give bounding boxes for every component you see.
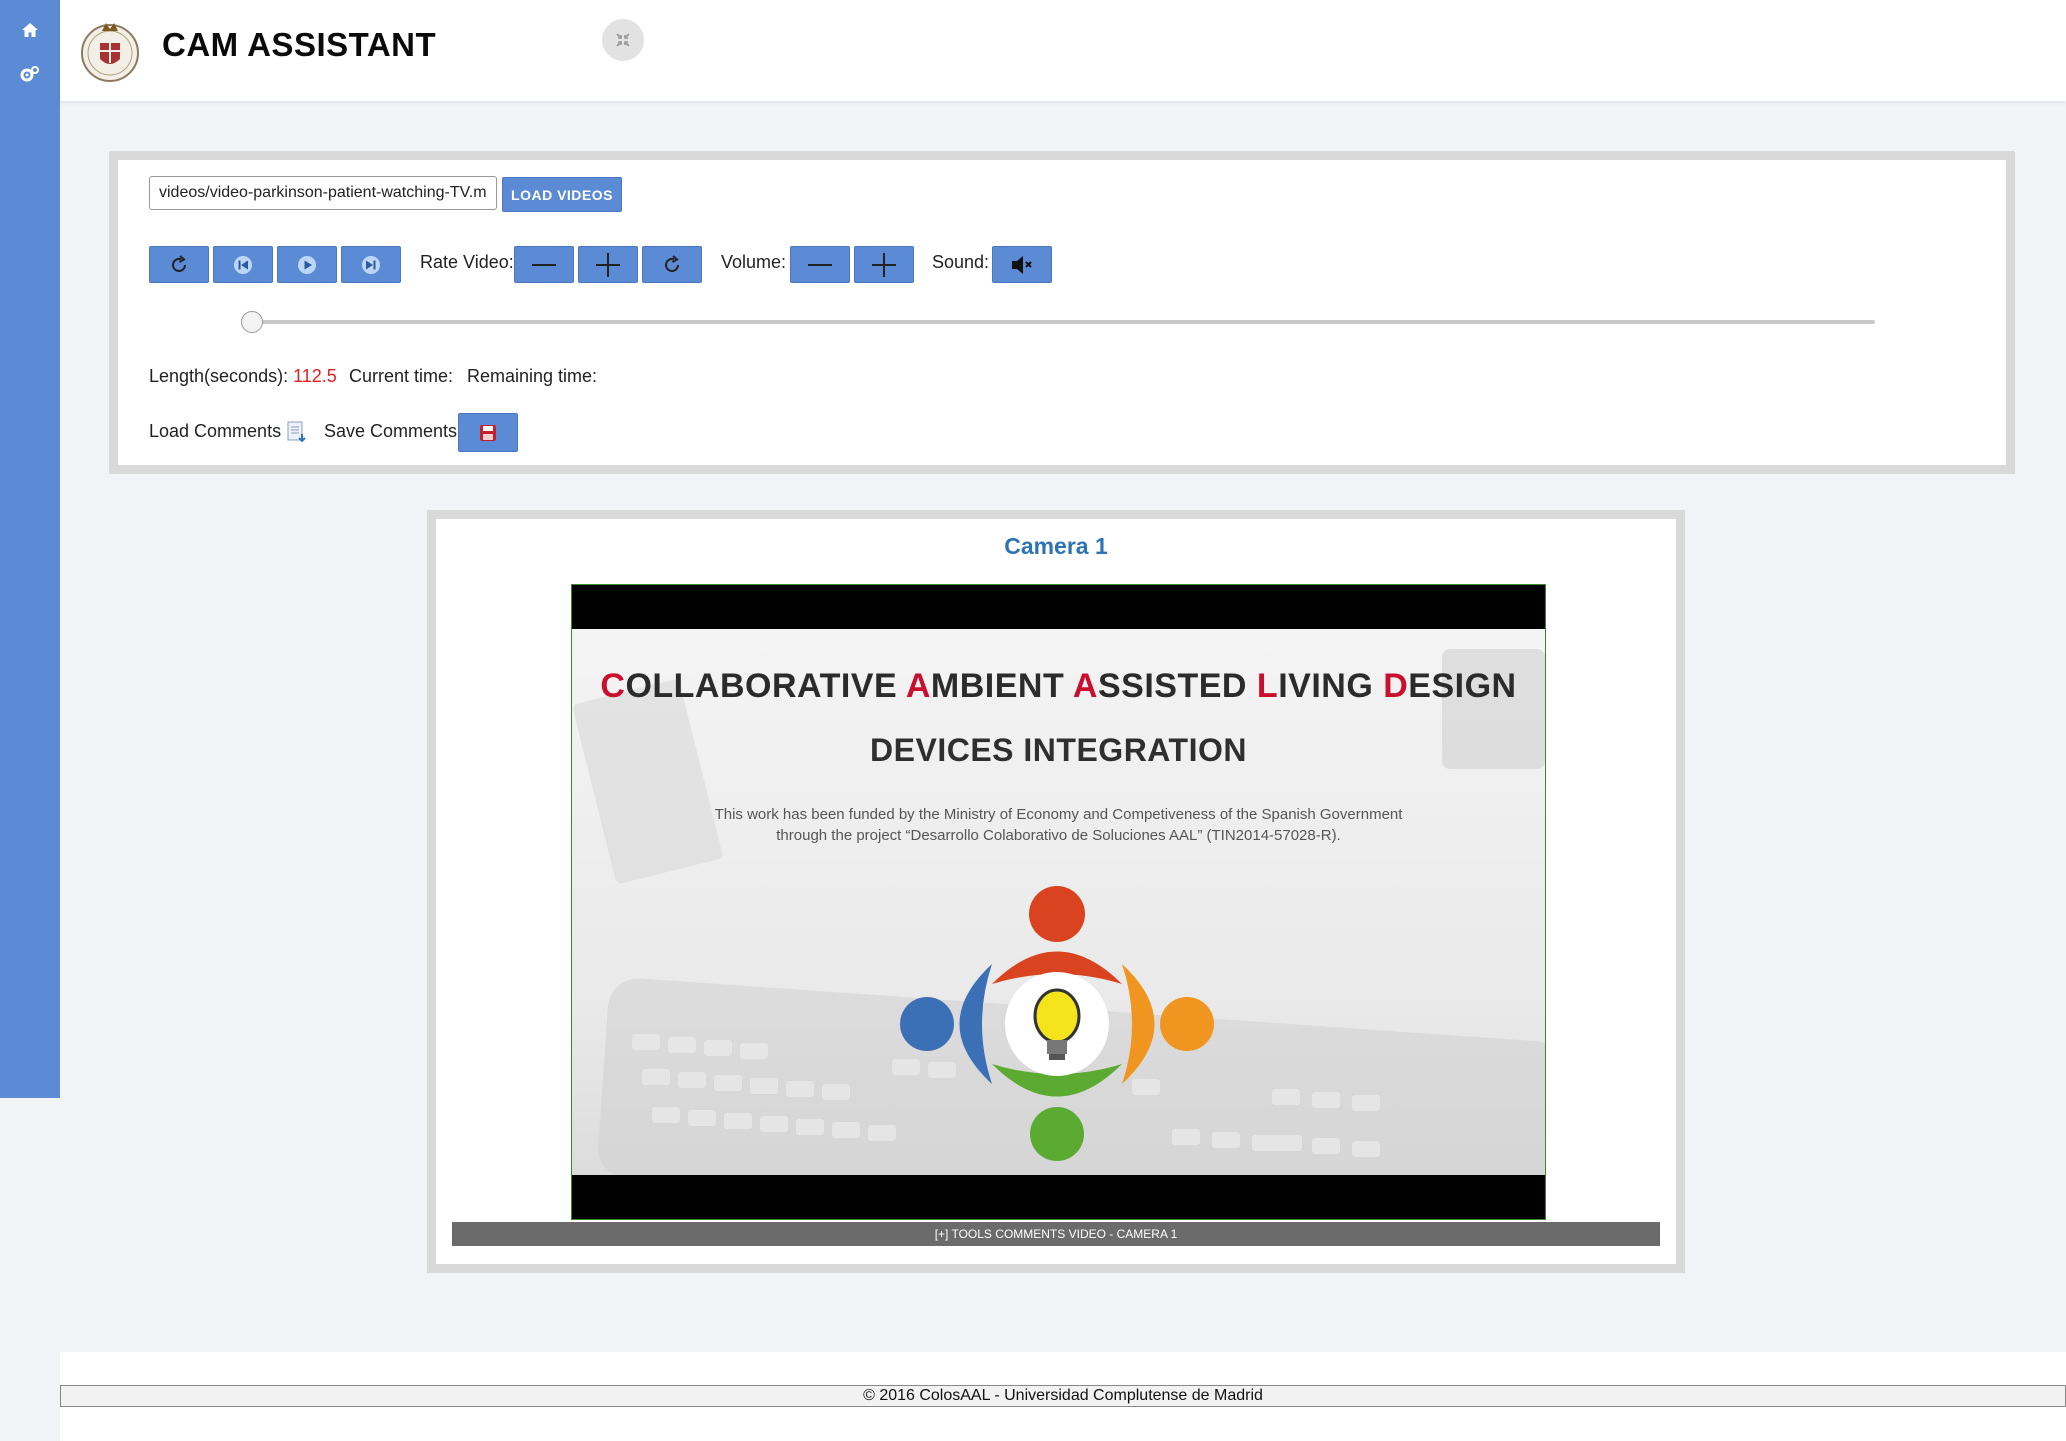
gears-icon[interactable] bbox=[13, 57, 47, 91]
load-comments-file-icon[interactable] bbox=[286, 421, 308, 443]
current-time-label: Current time: bbox=[349, 366, 454, 386]
app-title: CAM ASSISTANT bbox=[162, 26, 437, 63]
volume-label: Volume: bbox=[721, 252, 787, 272]
seek-track[interactable] bbox=[250, 320, 1875, 324]
play-button[interactable] bbox=[277, 246, 337, 283]
volume-increase-button[interactable] bbox=[854, 246, 914, 283]
rate-decrease-button[interactable] bbox=[514, 246, 574, 283]
save-disk-icon bbox=[480, 424, 496, 441]
load-comments-label: Load Comments bbox=[149, 421, 282, 441]
rate-reset-button[interactable] bbox=[642, 246, 702, 283]
video-funding-line1: This work has been funded by the Ministr… bbox=[714, 806, 1403, 823]
rate-video-label: Rate Video: bbox=[420, 252, 514, 272]
play-icon bbox=[298, 255, 316, 274]
video-title-line1: COLLABORATIVE AMBIENT ASSISTED LIVING DE… bbox=[600, 667, 1517, 705]
plus-icon bbox=[872, 252, 896, 277]
sidebar bbox=[0, 0, 60, 1098]
minus-icon bbox=[808, 263, 832, 266]
video-title-line2: DEVICES INTEGRATION bbox=[870, 732, 1247, 768]
save-comments-button[interactable] bbox=[458, 413, 518, 452]
refresh-icon bbox=[172, 254, 186, 272]
minus-icon bbox=[532, 263, 556, 266]
sound-label: Sound: bbox=[932, 252, 990, 272]
home-icon[interactable] bbox=[13, 13, 47, 47]
seek-thumb[interactable] bbox=[241, 311, 263, 333]
load-videos-button[interactable]: LOAD VIDEOS bbox=[502, 177, 622, 212]
video-path-input[interactable] bbox=[149, 176, 497, 210]
save-comments-label: Save Comments bbox=[324, 421, 458, 441]
length-label-text: Length(seconds): bbox=[149, 366, 289, 386]
next-button[interactable] bbox=[341, 246, 401, 283]
video-funding-line2: through the project “Desarrollo Colabora… bbox=[776, 827, 1341, 844]
tools-comments-toggle[interactable]: [+] TOOLS COMMENTS VIDEO - CAMERA 1 bbox=[452, 1222, 1660, 1246]
video-player[interactable]: COLLABORATIVE AMBIENT ASSISTED LIVING DE… bbox=[571, 584, 1546, 1220]
skip-forward-icon bbox=[362, 255, 380, 274]
volume-mute-icon bbox=[1012, 255, 1032, 274]
compress-icon[interactable] bbox=[602, 19, 644, 61]
remaining-time-label: Remaining time: bbox=[467, 366, 598, 386]
footer-copyright: © 2016 ColosAAL - Universidad Complutens… bbox=[60, 1385, 2066, 1407]
university-crest-icon bbox=[78, 13, 142, 87]
volume-decrease-button[interactable] bbox=[790, 246, 850, 283]
refresh-icon bbox=[665, 254, 679, 272]
collaboration-logo-icon bbox=[900, 886, 1214, 1161]
skip-back-icon bbox=[234, 255, 252, 274]
length-label: Length(seconds): 112.5 bbox=[149, 366, 337, 387]
video-frame-content: COLLABORATIVE AMBIENT ASSISTED LIVING DE… bbox=[572, 629, 1545, 1175]
reload-video-button[interactable] bbox=[149, 246, 209, 283]
camera-title: Camera 1 bbox=[1004, 533, 1108, 559]
plus-icon bbox=[596, 252, 620, 277]
rate-increase-button[interactable] bbox=[578, 246, 638, 283]
mute-toggle-button[interactable] bbox=[992, 246, 1052, 283]
previous-button[interactable] bbox=[213, 246, 273, 283]
length-value: 112.5 bbox=[293, 366, 337, 386]
